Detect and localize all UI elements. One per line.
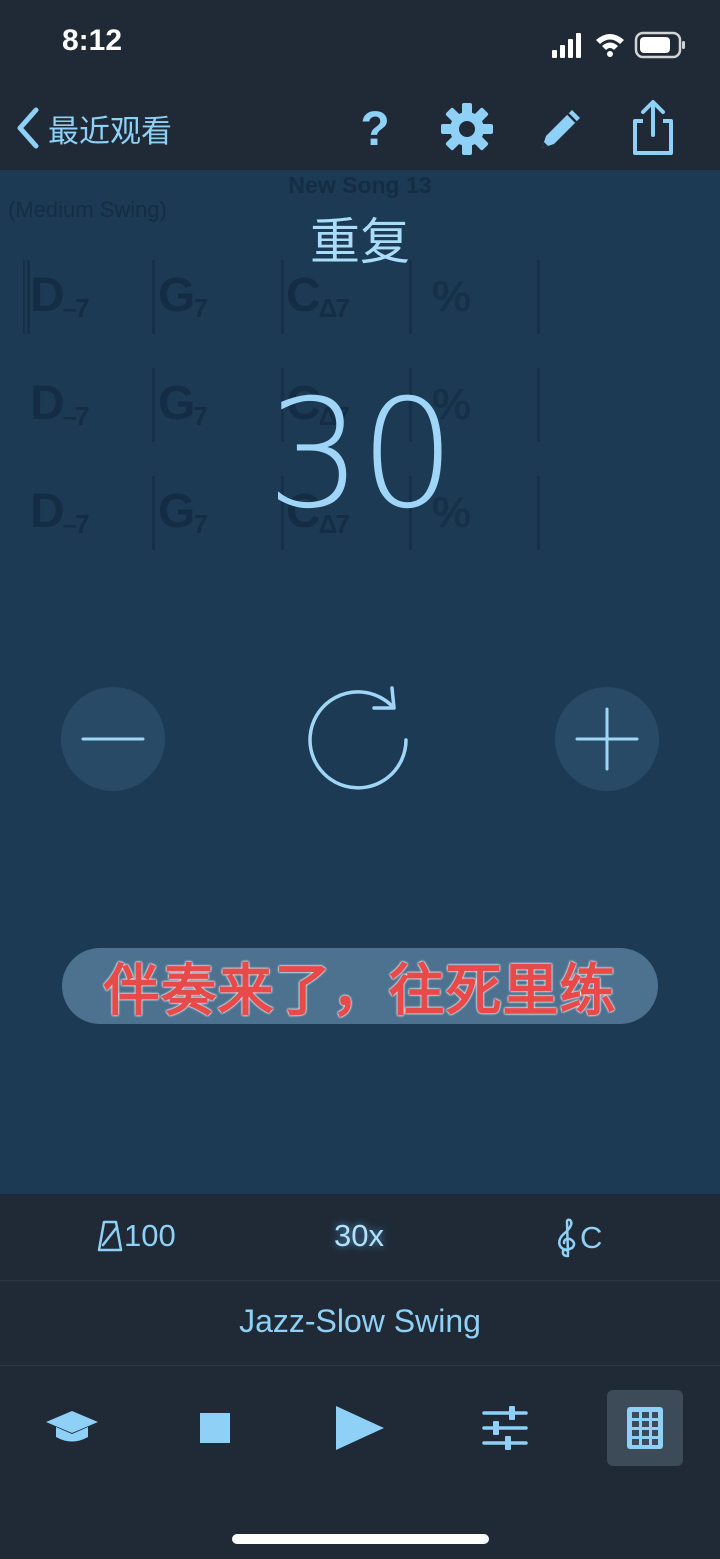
playback-info-bar: 100 30x C <box>0 1194 720 1281</box>
reset-repeat-button[interactable] <box>302 682 418 798</box>
decrease-repeat-button[interactable] <box>61 687 165 791</box>
signal-wifi-battery-icon <box>552 31 685 59</box>
metronome-icon <box>97 1220 123 1252</box>
treble-clef-icon <box>558 1218 576 1258</box>
tempo-button[interactable]: 100 <box>96 1218 176 1254</box>
bottom-toolbar <box>0 1366 720 1559</box>
refresh-icon <box>308 686 408 790</box>
song-title: New Song 13 <box>288 172 432 198</box>
gear-icon <box>441 103 493 155</box>
repeat-measure-mark: % <box>432 272 472 321</box>
play-button[interactable] <box>322 1390 398 1466</box>
stop-icon <box>200 1413 230 1443</box>
chevron-left-icon <box>17 107 39 149</box>
stop-button[interactable] <box>177 1390 253 1466</box>
back-label: 最近观看 <box>48 113 172 149</box>
graduation-cap-icon <box>46 1411 98 1442</box>
sliders-icon <box>482 1406 528 1450</box>
caption-overlay: 伴奏来了，往死里练 <box>62 948 658 1024</box>
back-button[interactable]: 最近观看 <box>14 102 172 154</box>
share-button[interactable] <box>622 98 684 160</box>
repeats-value: 30x <box>334 1218 384 1253</box>
plus-icon <box>575 707 639 771</box>
help-button[interactable]: ? <box>344 98 406 160</box>
chord-chart-icon <box>627 1407 663 1449</box>
chord-chart-view-button[interactable] <box>607 1390 683 1466</box>
pencil-icon <box>542 110 580 148</box>
minus-icon <box>81 737 145 741</box>
repeat-count-value: 30 <box>266 368 456 542</box>
key-value: C <box>580 1220 603 1255</box>
tempo-value: 100 <box>124 1218 176 1253</box>
mixer-button[interactable] <box>467 1390 543 1466</box>
chord-chart-area: New Song 13 (Medium Swing) D–7 G7 CΔ7 % … <box>0 170 720 1194</box>
settings-button[interactable] <box>436 98 498 160</box>
navigation-bar: 最近观看 ? <box>0 88 720 170</box>
chord-cell: CΔ7 <box>286 269 350 323</box>
repeat-panel-title: 重复 <box>310 214 410 270</box>
app-screen: 8:12 最近观看 ? New Song 13 (Medium Swing) D… <box>0 0 720 1559</box>
chord-cell: G7 <box>158 269 208 323</box>
key-button[interactable]: C <box>554 1218 602 1258</box>
style-bar: Jazz-Slow Swing <box>0 1281 720 1366</box>
status-bar: 8:12 <box>0 0 720 88</box>
chord-cell: D–7 <box>30 269 90 323</box>
increase-repeat-button[interactable] <box>555 687 659 791</box>
edit-button[interactable] <box>530 98 592 160</box>
practice-button[interactable] <box>34 1390 110 1466</box>
home-indicator[interactable] <box>232 1534 489 1544</box>
status-icons <box>552 30 692 60</box>
caption-text: 伴奏来了，往死里练 <box>103 958 617 1022</box>
play-icon <box>336 1406 384 1450</box>
status-time: 8:12 <box>62 24 123 57</box>
style-selector[interactable]: Jazz-Slow Swing <box>0 1303 720 1340</box>
share-icon <box>633 100 673 155</box>
repeats-button[interactable]: 30x <box>334 1218 384 1254</box>
